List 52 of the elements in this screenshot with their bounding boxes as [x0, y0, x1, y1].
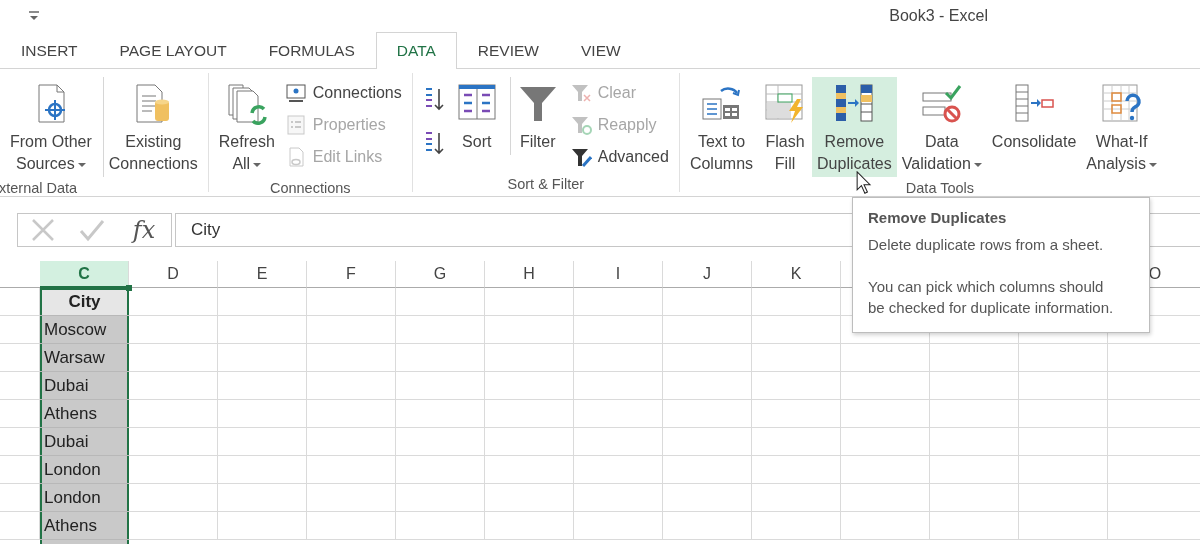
ribbon-tab[interactable]: DATA [375, 32, 457, 69]
ribbon-small-button[interactable]: Advanced [566, 143, 672, 171]
group-label: Data Tools [905, 179, 975, 198]
mouse-pointer-icon [856, 171, 873, 195]
ribbon-button[interactable]: Data Validation [896, 77, 987, 177]
column-header[interactable]: C [40, 261, 129, 288]
grid-question-icon [1099, 81, 1144, 125]
ribbon-button[interactable]: Consolidate [986, 77, 1082, 155]
table-cell: Warsaw [40, 344, 129, 372]
table-cell: London [40, 484, 129, 512]
caret-icon [1148, 161, 1157, 168]
ribbon-button[interactable]: Existing Connections [102, 77, 203, 177]
list-icon [284, 114, 307, 136]
group-label: Sort & Filter [507, 175, 585, 194]
column-header[interactable]: H [485, 261, 574, 288]
table-cell: London [40, 456, 129, 484]
caret-icon [77, 161, 86, 168]
table-cell: Dubai [40, 428, 129, 456]
ribbon-button[interactable]: From Other Sources [5, 77, 97, 177]
column-header[interactable]: E [218, 261, 307, 288]
ribbon-button[interactable]: What-If Analysis [1081, 77, 1162, 177]
table-cell: Moscow [40, 316, 129, 344]
table-cell: Athens [40, 400, 129, 428]
ribbon-button[interactable]: Filter [509, 77, 565, 155]
table-cell: Dubai [40, 372, 129, 400]
column-header[interactable]: K [752, 261, 841, 288]
ribbon-button[interactable]: Sort [449, 77, 504, 155]
column-header[interactable]: D [129, 261, 218, 288]
ribbon-button[interactable]: Refresh All [213, 77, 280, 177]
group-label: Connections [269, 179, 351, 198]
column-header[interactable]: G [396, 261, 485, 288]
funnel-refresh-icon [569, 114, 592, 136]
group-label: xternal Data [0, 179, 78, 198]
caret-icon [973, 161, 982, 168]
window-title: Book3 - Excel [889, 7, 988, 25]
monitor-icon [284, 82, 307, 104]
funnel-cross-icon [569, 82, 592, 104]
funnel-pencil-icon [569, 146, 592, 168]
caret-icon [253, 161, 262, 168]
insert-function-button[interactable]: fx [128, 216, 160, 244]
fill-handle[interactable] [126, 285, 132, 291]
check-icon[interactable] [79, 217, 106, 243]
column-header[interactable]: J [663, 261, 752, 288]
ribbon-button[interactable]: Flash Fill [758, 77, 813, 177]
ribbon-button[interactable]: Text to Columns [684, 77, 759, 177]
column-header[interactable]: I [574, 261, 663, 288]
table-cell: City [40, 288, 129, 316]
column-header[interactable]: F [307, 261, 396, 288]
column-arrow-icon [1012, 81, 1057, 125]
ribbon-small-button[interactable]: Connections [281, 79, 405, 107]
table-cell: Athens [40, 512, 129, 540]
customize-toolbar-icon[interactable] [28, 10, 40, 22]
